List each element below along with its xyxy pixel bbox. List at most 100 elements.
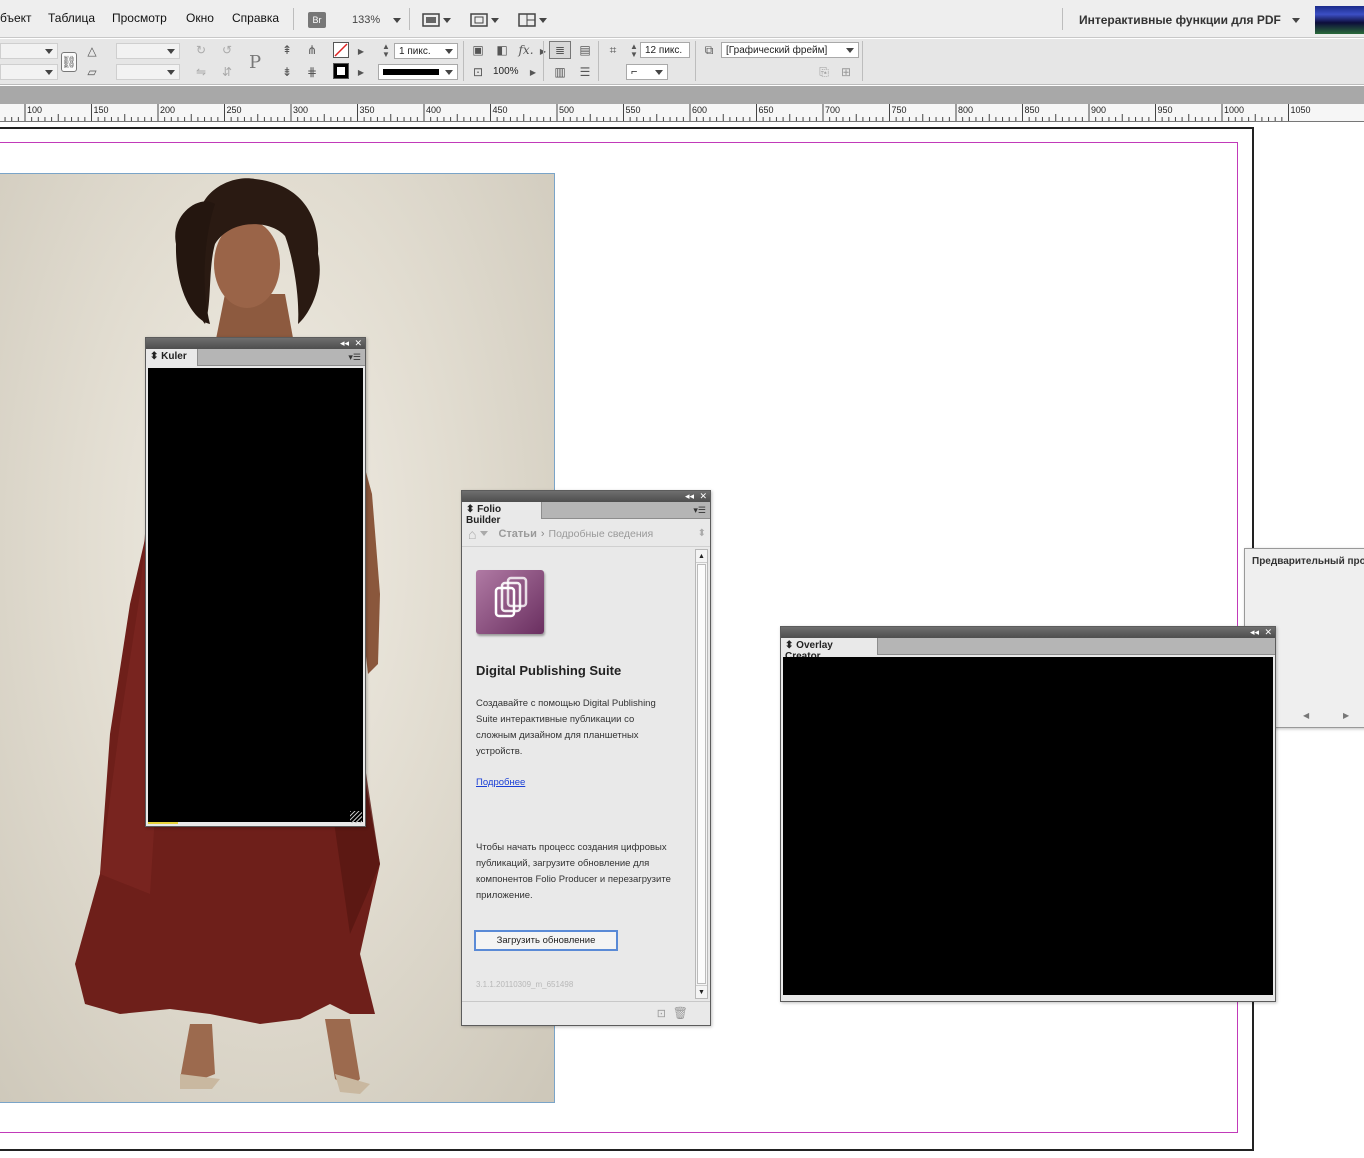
effects-shadow-icon[interactable]: ◧ xyxy=(494,42,510,58)
panel-titlebar[interactable]: ◂◂ ✕ xyxy=(462,491,710,502)
breadcrumb-articles[interactable]: Статьи xyxy=(498,528,536,540)
workspace-switcher[interactable]: Интерактивные функции для PDF xyxy=(1079,9,1300,31)
sort-icon[interactable]: ⬍ xyxy=(698,528,706,539)
ruler-label: 150 xyxy=(93,105,109,115)
reference-point-icon[interactable]: P xyxy=(243,49,267,75)
zoom-dropdown[interactable]: 133% xyxy=(352,9,402,31)
menu-help[interactable]: Справка xyxy=(232,11,279,25)
menu-bar: бъект Таблица Просмотр Окно Справка Br 1… xyxy=(0,0,1364,38)
view-options-icon xyxy=(422,13,440,27)
y-field[interactable] xyxy=(0,64,58,80)
menu-table[interactable]: Таблица xyxy=(48,11,95,25)
stroke-weight-field[interactable]: 1 пикс. xyxy=(394,43,458,59)
chevron-right-icon[interactable]: ▶ xyxy=(353,43,369,59)
prev-arrow-icon[interactable]: ◀ xyxy=(1303,711,1309,720)
collapse-icon[interactable]: ◂◂ xyxy=(685,491,694,502)
select-previous-icon[interactable]: ⇟ xyxy=(279,64,295,80)
text-wrap-none-icon[interactable]: ≣ xyxy=(549,41,571,59)
constrain-proportions-icon[interactable]: ⛓ xyxy=(61,52,77,72)
toolbar-separator xyxy=(543,41,544,81)
ruler-label: 300 xyxy=(293,105,309,115)
scroll-up-arrow-icon[interactable]: ▲ xyxy=(696,550,707,563)
corner-shape-dropdown[interactable]: ⌐ xyxy=(626,64,668,80)
flip-horizontal-icon[interactable]: ⇋ xyxy=(193,64,209,80)
control-panel: ⛓ △ ▱ ↻ ↺ ⇋ ⇵ P ⇞ ⋔ ⇟ ⋕ ▶ ▶ ▲ ▼ 1 пикс. ▣… xyxy=(0,39,1364,85)
select-container-icon[interactable]: ⇞ xyxy=(279,42,295,58)
view-options-button[interactable] xyxy=(422,9,451,31)
text-wrap-bbox-icon[interactable]: ▤ xyxy=(577,42,593,58)
stroke-weight-stepper[interactable]: ▲ ▼ xyxy=(378,43,394,59)
frame-fitting-icon[interactable]: ⌗ xyxy=(605,42,621,58)
select-content-icon[interactable]: ⋔ xyxy=(304,42,320,58)
scroll-down-arrow-icon[interactable]: ▼ xyxy=(696,985,707,998)
screen-mode-button[interactable] xyxy=(470,9,499,31)
horizontal-ruler[interactable]: 100 150 200 250 300 350 400 450 500 550 600 650 700 7… xyxy=(0,104,1364,122)
panel-menu-icon[interactable]: ▾☰ xyxy=(348,352,361,363)
collapse-icon[interactable]: ◂◂ xyxy=(340,338,349,349)
new-folio-icon[interactable]: ⊡ xyxy=(657,1007,666,1020)
dps-instructions: Чтобы начать процесс создания цифровых п… xyxy=(476,842,671,901)
menu-separator xyxy=(293,8,294,30)
home-icon[interactable]: ⌂ xyxy=(468,526,476,542)
chevron-down-icon xyxy=(846,47,854,53)
x-field[interactable] xyxy=(0,43,58,59)
kuler-content[interactable] xyxy=(148,368,363,822)
effects-fx-icon[interactable]: fx. xyxy=(518,42,534,58)
close-icon[interactable]: ✕ xyxy=(699,491,707,502)
menu-view[interactable]: Просмотр xyxy=(112,11,167,25)
download-update-button[interactable]: Загрузить обновление xyxy=(474,930,618,951)
text-wrap-jump-icon[interactable]: ☰ xyxy=(577,64,593,80)
corner-size-field[interactable]: 12 пикс. xyxy=(640,42,690,58)
learn-more-link[interactable]: Подробнее xyxy=(476,777,525,788)
menu-window[interactable]: Окно xyxy=(186,11,214,25)
rotate-cw-icon[interactable]: ↻ xyxy=(193,42,209,58)
resize-grip-icon[interactable] xyxy=(350,811,362,823)
scroll-thumb[interactable] xyxy=(697,564,706,984)
panel-titlebar[interactable]: ◂◂ ✕ xyxy=(781,627,1275,638)
scale-y-field[interactable] xyxy=(116,64,180,80)
bridge-button[interactable]: Br xyxy=(308,9,326,31)
tab-overlay-creator[interactable]: ⬍ Overlay Creator xyxy=(781,638,878,662)
ruler-label: 900 xyxy=(1091,105,1107,115)
chevron-right-icon: › xyxy=(540,527,545,540)
chevron-right-icon[interactable]: ▶ xyxy=(525,64,541,80)
overlay-content[interactable] xyxy=(783,657,1273,995)
collapse-icon[interactable]: ◂◂ xyxy=(1250,627,1259,638)
chevron-right-icon[interactable]: ▶ xyxy=(353,64,369,80)
corner-shape-icon: ⌐ xyxy=(631,66,638,78)
chevron-down-icon xyxy=(655,69,663,75)
stroke-type-dropdown[interactable] xyxy=(378,64,458,80)
tab-kuler[interactable]: ⬍ Kuler xyxy=(146,349,198,366)
vertical-scrollbar[interactable]: ▲ ▼ xyxy=(695,549,708,999)
fill-none-icon[interactable] xyxy=(333,42,349,58)
stroke-swatch-icon[interactable] xyxy=(333,63,349,79)
panel-menu-icon[interactable]: ▾☰ xyxy=(693,505,706,516)
arrange-documents-button[interactable] xyxy=(518,9,547,31)
chevron-down-icon[interactable] xyxy=(480,531,489,536)
ruler-label: 200 xyxy=(160,105,176,115)
new-object-style-icon[interactable]: ⊞ xyxy=(838,64,854,80)
tab-folio-builder[interactable]: ⬍ Folio Builder xyxy=(462,502,542,526)
ruler-label: 750 xyxy=(891,105,907,115)
text-wrap-shape-icon[interactable]: ▥ xyxy=(552,64,568,80)
panel-titlebar[interactable]: ◂◂ ✕ xyxy=(146,338,365,349)
close-icon[interactable]: ✕ xyxy=(1264,627,1272,638)
close-icon[interactable]: ✕ xyxy=(354,338,362,349)
menu-object[interactable]: бъект xyxy=(0,11,32,25)
scale-x-field[interactable] xyxy=(116,43,180,59)
drop-shadow-icon[interactable]: ▣ xyxy=(470,42,486,58)
trash-icon[interactable]: 🗑 xyxy=(673,1006,688,1020)
ruler-label: 100 xyxy=(27,105,43,115)
next-arrow-icon[interactable]: ▶ xyxy=(1343,711,1349,720)
flip-vertical-icon[interactable]: ⇵ xyxy=(219,64,235,80)
scale-x-icon: △ xyxy=(87,44,97,58)
breadcrumb-details[interactable]: Подробные сведения xyxy=(549,528,654,540)
select-next-icon[interactable]: ⋕ xyxy=(304,64,320,80)
rotate-ccw-icon[interactable]: ↺ xyxy=(219,42,235,58)
object-style-dropdown[interactable]: [Графический фрейм] xyxy=(721,42,859,58)
chevron-down-icon xyxy=(167,48,175,54)
clear-overrides-icon[interactable]: ⎘ xyxy=(816,64,832,80)
ruler-label: 1000 xyxy=(1224,105,1245,115)
chevron-down-icon xyxy=(393,17,402,23)
ruler-label: 250 xyxy=(226,105,242,115)
